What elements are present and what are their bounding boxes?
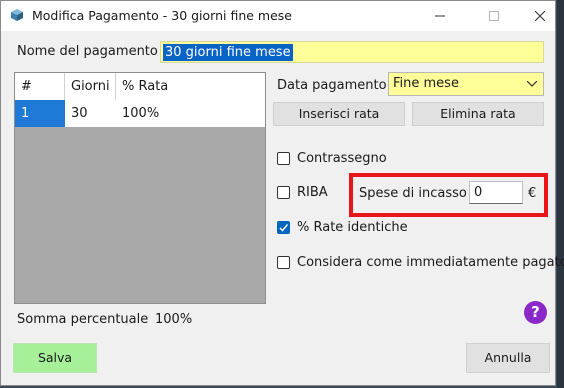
- percent-sum-value: 100%: [155, 312, 193, 327]
- riba-label: RIBA: [297, 185, 328, 200]
- currency-symbol: €: [528, 186, 537, 201]
- payment-date-value: Fine mese: [393, 76, 459, 91]
- cell-days[interactable]: 30: [65, 100, 116, 127]
- payment-name-input[interactable]: 30 giorni fine mese: [160, 41, 544, 63]
- payment-dialog: Modifica Pagamento - 30 giorni fine mese…: [0, 0, 564, 386]
- close-icon: [535, 11, 545, 21]
- column-header-number[interactable]: #: [15, 73, 65, 100]
- checkmark-icon: [279, 224, 289, 232]
- column-header-days[interactable]: Giorni: [65, 73, 116, 100]
- column-header-percent[interactable]: % Rata: [116, 73, 265, 100]
- contrassegno-label: Contrassegno: [297, 151, 387, 166]
- app-cube-icon: [11, 9, 23, 21]
- riba-checkbox[interactable]: [277, 186, 290, 199]
- save-button[interactable]: Salva: [13, 343, 97, 373]
- minimize-button[interactable]: [417, 1, 463, 31]
- rate-identiche-label: % Rate identiche: [297, 220, 408, 235]
- spese-incasso-value: 0: [474, 185, 483, 200]
- chevron-down-icon: [523, 74, 541, 94]
- help-icon[interactable]: ?: [524, 301, 547, 324]
- maximize-button[interactable]: [471, 1, 517, 31]
- table-header: # Giorni % Rata: [15, 73, 265, 101]
- immediatamente-pagato-checkbox[interactable]: [277, 256, 290, 269]
- payment-name-label: Nome del pagamento: [17, 44, 158, 59]
- cell-number[interactable]: 1: [15, 100, 65, 127]
- cancel-button[interactable]: Annulla: [466, 343, 550, 373]
- delete-installment-button[interactable]: Elimina rata: [412, 102, 544, 126]
- payment-name-value: 30 giorni fine mese: [163, 44, 293, 61]
- background-desktop: [557, 0, 564, 388]
- rate-identiche-checkbox[interactable]: [277, 221, 290, 234]
- spese-incasso-input[interactable]: 0: [469, 181, 523, 204]
- title-bar: Modifica Pagamento - 30 giorni fine mese: [1, 1, 555, 31]
- insert-installment-button[interactable]: Inserisci rata: [273, 102, 405, 126]
- percent-sum-label: Somma percentuale: [17, 312, 149, 327]
- minimize-icon: [435, 15, 445, 17]
- window-title: Modifica Pagamento - 30 giorni fine mese: [32, 8, 292, 23]
- close-button[interactable]: [517, 1, 563, 31]
- immediatamente-pagato-label: Considera come immediatamente pagato: [297, 255, 564, 270]
- contrassegno-checkbox[interactable]: [277, 152, 290, 165]
- cell-percent[interactable]: 100%: [116, 100, 265, 127]
- table-row[interactable]: 1 30 100%: [15, 100, 265, 127]
- spese-incasso-label: Spese di incasso: [359, 186, 467, 201]
- maximize-icon: [489, 11, 499, 21]
- payment-date-label: Data pagamento: [277, 78, 387, 93]
- payment-date-dropdown[interactable]: Fine mese: [388, 72, 544, 96]
- installments-table[interactable]: # Giorni % Rata 1 30 100%: [14, 72, 266, 304]
